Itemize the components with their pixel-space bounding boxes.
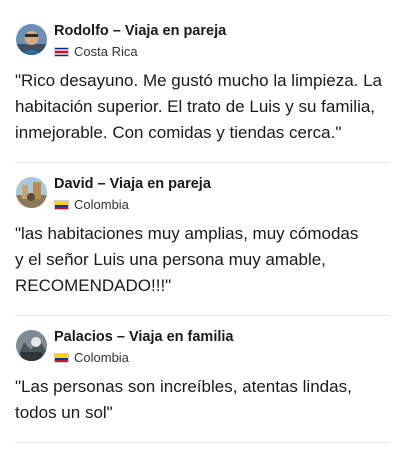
- review-text: "Las personas son increíbles, atentas li…: [15, 377, 352, 422]
- review-header: Palacios – Viaja en familia Colombia: [15, 316, 390, 368]
- country-name: Costa Rica: [74, 44, 138, 59]
- country-name: Colombia: [74, 197, 129, 212]
- costa-rica-flag-icon: [54, 46, 69, 57]
- review-card: Palacios – Viaja en familia Colombia "La…: [15, 316, 390, 443]
- reviewer-country: Costa Rica: [54, 44, 138, 59]
- review-text: "Rico desayuno. Me gustó mucho la limpie…: [15, 71, 383, 142]
- review-header: David – Viaja en pareja Colombia: [15, 163, 390, 215]
- review-header: Rodolfo – Viaja en pareja Costa Rica: [15, 10, 390, 62]
- review-text: "las habitaciones muy amplias, muy cómod…: [15, 224, 359, 295]
- reviewer-name: Rodolfo – Viaja en pareja: [54, 23, 227, 39]
- reviewer-country: Colombia: [54, 197, 129, 212]
- colombia-flag-icon: [54, 352, 69, 363]
- review-card: Rodolfo – Viaja en pareja Costa Rica "Ri…: [15, 10, 390, 163]
- review-list: Rodolfo – Viaja en pareja Costa Rica "Ri…: [0, 10, 405, 443]
- reviewer-avatar[interactable]: [16, 177, 47, 208]
- colombia-flag-icon: [54, 199, 69, 210]
- reviewer-avatar[interactable]: [16, 24, 47, 55]
- reviews-page: Rodolfo – Viaja en pareja Costa Rica "Ri…: [0, 0, 405, 450]
- reviewer-avatar[interactable]: [16, 330, 47, 361]
- review-card: David – Viaja en pareja Colombia "las ha…: [15, 163, 390, 316]
- reviewer-country: Colombia: [54, 350, 129, 365]
- country-name: Colombia: [74, 350, 129, 365]
- reviewer-name: David – Viaja en pareja: [54, 176, 211, 192]
- reviewer-name: Palacios – Viaja en familia: [54, 329, 234, 345]
